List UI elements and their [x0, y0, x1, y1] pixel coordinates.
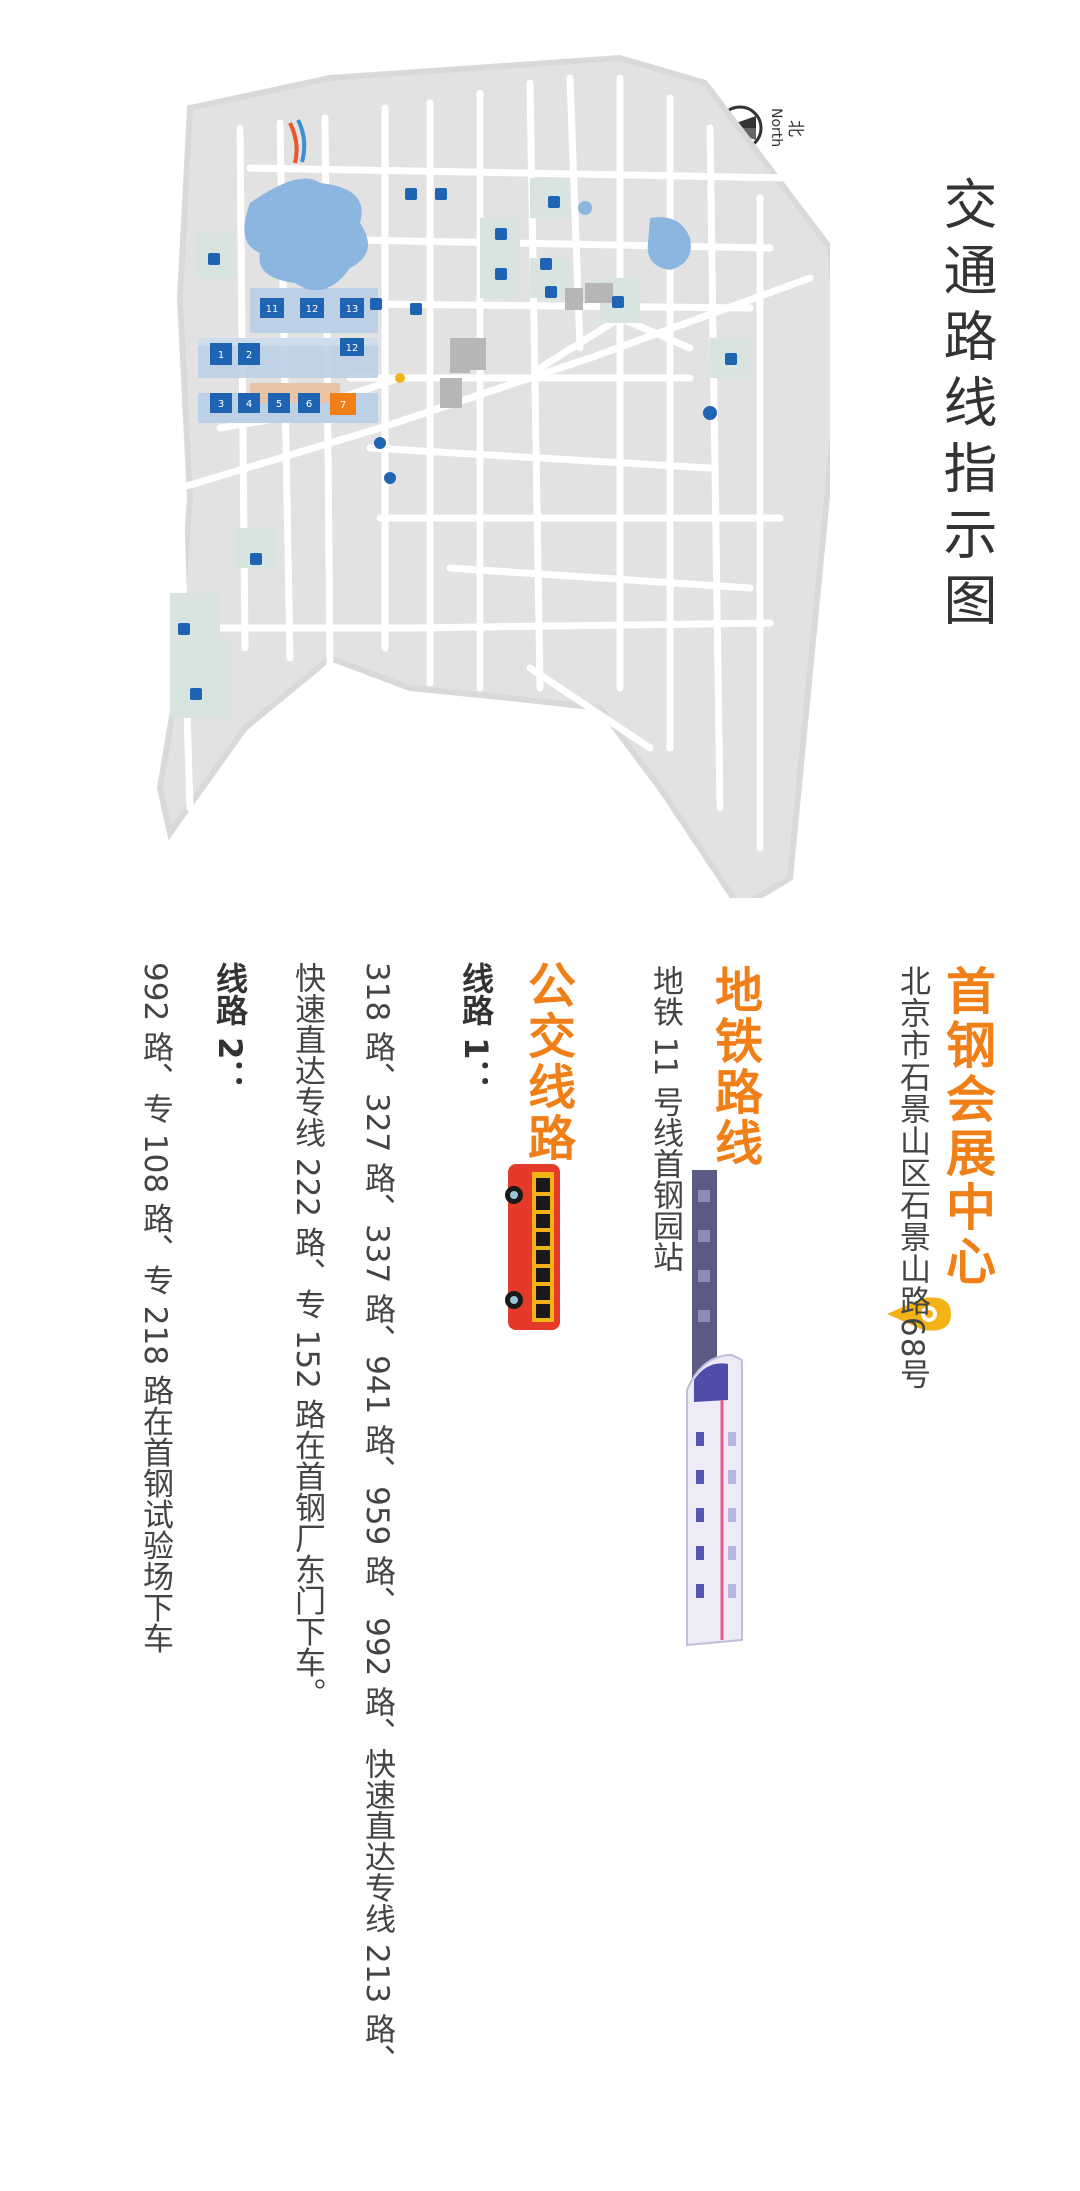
svg-text:11: 11 [266, 304, 279, 315]
svg-text:6: 6 [306, 399, 312, 410]
svg-text:2: 2 [246, 350, 252, 361]
svg-text:12: 12 [346, 343, 359, 354]
route1-text-line2: 快速直达专线 222 路、专 152 路在首钢厂东门下车。 [289, 962, 325, 1709]
subway-text: 地铁 11 号线首钢园站 [647, 965, 683, 1273]
svg-text:1: 1 [218, 350, 224, 361]
svg-text:3: 3 [218, 399, 224, 410]
venue-address: 北京市石景山区石景山路68号 [894, 965, 930, 1391]
subway-heading: 地铁路线 [706, 965, 762, 1169]
svg-text:12: 12 [306, 304, 319, 315]
traffic-map: 1 2 3 4 5 6 7 11 12 13 12 [156, 54, 830, 898]
route1-label: 线路 1： [457, 962, 495, 1092]
venue-name: 首钢会展中心 [938, 965, 996, 1289]
route2-label: 线路 2： [211, 962, 249, 1092]
svg-text:7: 7 [340, 400, 346, 411]
bus-icon [505, 1164, 560, 1330]
route1-text-line1: 318 路、327 路、337 路、941 路、959 路、992 路、快速直达… [359, 962, 395, 2076]
bus-heading: 公交线路 [519, 960, 575, 1164]
map-area [156, 54, 830, 898]
route2-text: 992 路、专 108 路、专 218 路在首钢试验场下车 [137, 962, 173, 1654]
svg-text:4: 4 [246, 399, 252, 410]
svg-text:13: 13 [346, 304, 359, 315]
svg-text:5: 5 [276, 399, 282, 410]
page-title: 交通路线指示图 [934, 176, 997, 638]
subway-train-icon [686, 1170, 743, 1647]
